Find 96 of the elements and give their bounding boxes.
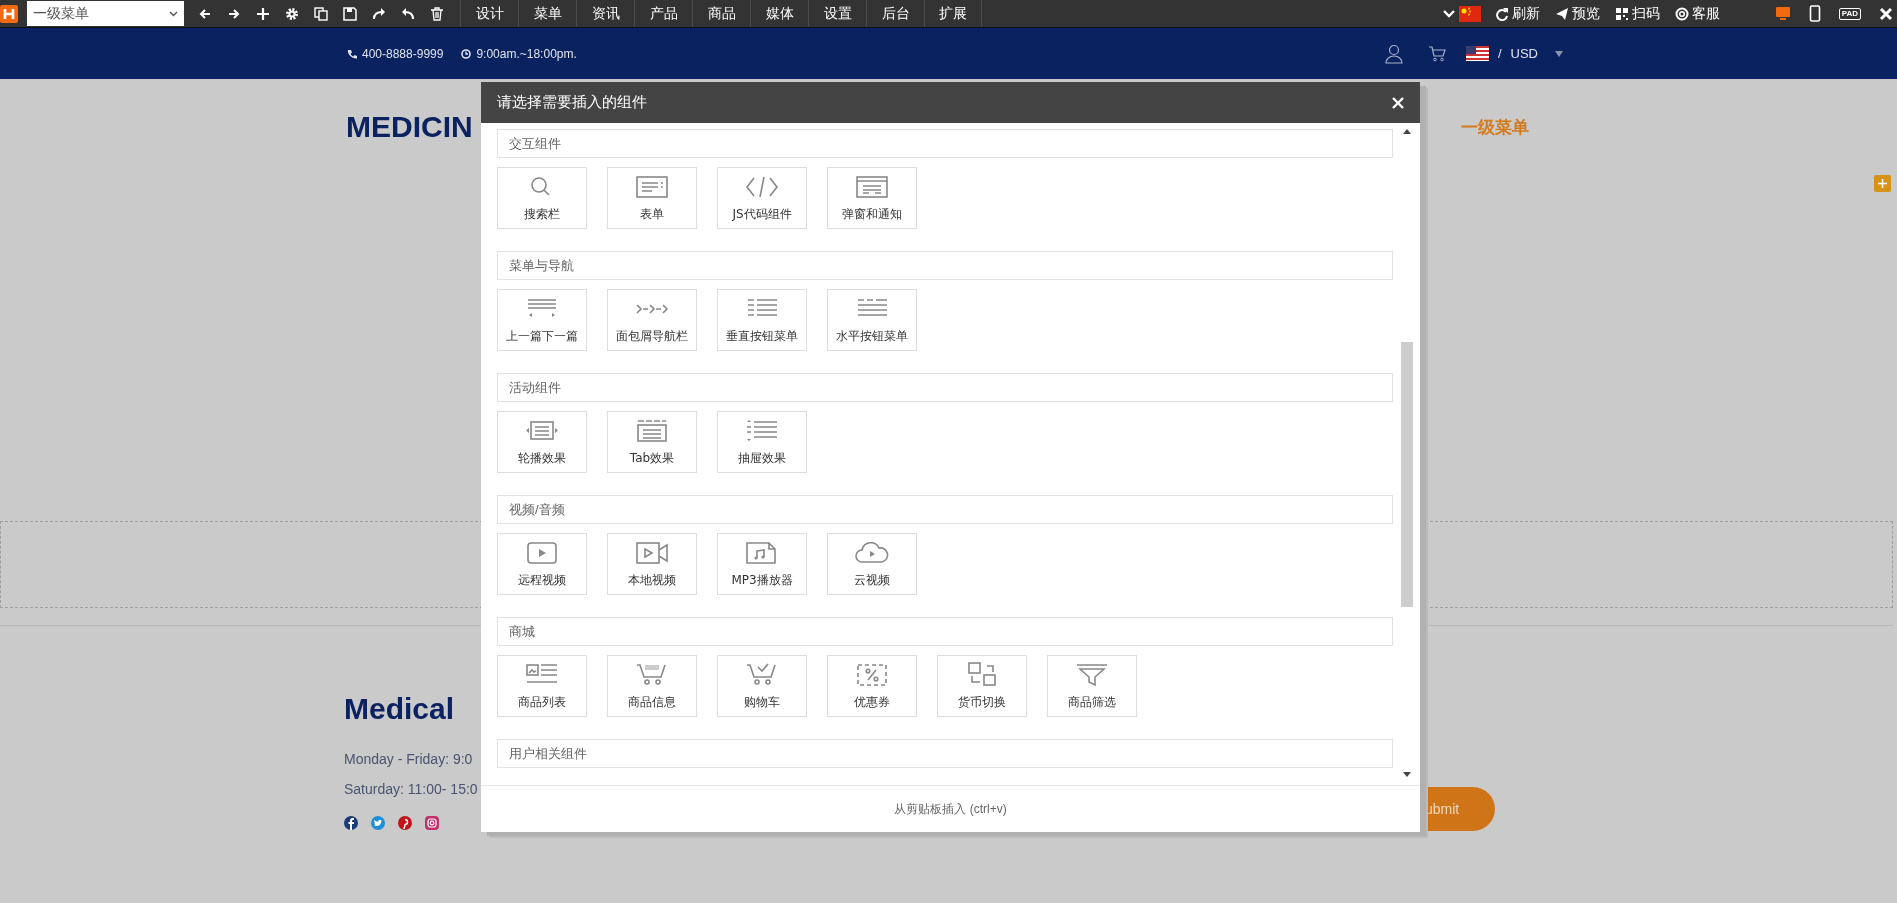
business-hours: Saturday: 11:00- 15:0 [344, 780, 478, 799]
copy-icon[interactable] [314, 6, 328, 21]
menu-tab[interactable]: 商品 [692, 0, 750, 27]
back-arrow-icon[interactable] [198, 6, 212, 21]
menu-tab[interactable]: 设置 [808, 0, 866, 27]
plus-icon[interactable] [256, 6, 270, 21]
phone-number: 400-8888-9999 [362, 46, 444, 61]
component-tile[interactable]: 轮播效果 [497, 411, 587, 473]
currency-label[interactable]: USD [1510, 46, 1538, 61]
video-play-icon [524, 539, 560, 566]
footer-title: Medical [344, 691, 455, 727]
coupon-icon [854, 661, 890, 688]
cart-icon[interactable] [1427, 45, 1446, 62]
lifebuoy-icon [1674, 6, 1689, 21]
paste-from-clipboard-link[interactable]: 从剪贴板插入 (ctrl+v) [894, 800, 1007, 818]
funnel-icon [1074, 661, 1110, 688]
business-hours: Monday - Friday: 9:0 [344, 750, 473, 769]
add-section-button[interactable] [1874, 175, 1891, 192]
component-tile[interactable]: 远程视频 [497, 533, 587, 595]
desktop-view-button[interactable] [1774, 5, 1791, 22]
video-camera-icon [634, 539, 670, 566]
tabs-icon [634, 417, 670, 444]
paper-plane-icon [1554, 6, 1569, 21]
facebook-icon[interactable] [344, 816, 358, 830]
app-logo-icon [0, 4, 18, 23]
pinterest-icon[interactable] [398, 816, 412, 830]
toolbar-action[interactable]: 刷新 [1494, 4, 1540, 23]
component-tile[interactable]: 云视频 [827, 533, 917, 595]
settings-icon[interactable] [285, 6, 299, 21]
site-logo[interactable]: MEDICIN [346, 110, 473, 144]
menu-tab[interactable]: 设计 [460, 0, 518, 27]
chevron-down-icon[interactable] [1442, 9, 1455, 18]
component-tile[interactable]: 商品列表 [497, 655, 587, 717]
component-tile[interactable]: 商品信息 [607, 655, 697, 717]
qr-code-icon [1614, 6, 1629, 21]
scroll-down-icon[interactable] [1403, 772, 1411, 777]
section-header: 菜单与导航 [497, 251, 1393, 280]
component-tile[interactable]: 货币切换 [937, 655, 1027, 717]
clock-icon [461, 48, 472, 59]
section-header: 商城 [497, 617, 1393, 646]
scrollbar-thumb[interactable] [1401, 342, 1413, 607]
toolbar-action[interactable]: 扫码 [1614, 4, 1660, 23]
section-header: 视频/音频 [497, 495, 1393, 524]
component-tile[interactable]: 优惠券 [827, 655, 917, 717]
component-tile[interactable]: 本地视频 [607, 533, 697, 595]
save-icon[interactable] [343, 6, 357, 21]
menu-tab[interactable]: 产品 [634, 0, 692, 27]
currency-separator: / [1497, 46, 1502, 61]
section-header: 交互组件 [497, 129, 1393, 158]
form-icon [634, 173, 670, 200]
chevron-down-icon [169, 10, 178, 17]
scroll-up-icon[interactable] [1403, 129, 1411, 134]
popup-window-icon [854, 173, 890, 200]
component-tile[interactable]: 抽屉效果 [717, 411, 807, 473]
phone-icon [347, 48, 357, 59]
component-tile[interactable]: Tab效果 [607, 411, 697, 473]
undo-icon[interactable] [401, 6, 415, 21]
cloud-play-icon [854, 539, 890, 566]
page-select[interactable]: 一级菜单 [27, 1, 184, 26]
trash-icon[interactable] [430, 6, 444, 21]
component-tile[interactable]: 商品筛选 [1047, 655, 1137, 717]
menu-tab[interactable]: 扩展 [924, 0, 982, 27]
component-tile[interactable]: 搜索栏 [497, 167, 587, 229]
menu-tab[interactable]: 媒体 [750, 0, 808, 27]
us-flag-icon[interactable] [1465, 46, 1489, 61]
instagram-icon[interactable] [425, 816, 439, 830]
menu-tab[interactable]: 后台 [866, 0, 924, 27]
opening-hours: 9:00am.~18:00pm. [476, 46, 577, 61]
dropdown-triangle-icon[interactable] [1555, 50, 1563, 57]
close-icon[interactable] [1392, 96, 1404, 109]
close-icon[interactable] [1879, 6, 1893, 21]
component-tile[interactable]: MP3播放器 [717, 533, 807, 595]
pad-view-button[interactable]: PAD [1838, 7, 1861, 20]
phone-view-button[interactable] [1808, 5, 1821, 22]
component-tile[interactable]: JS代码组件 [717, 167, 807, 229]
toolbar-action[interactable]: 预览 [1554, 4, 1600, 23]
component-tile[interactable]: 垂直按钮菜单 [717, 289, 807, 351]
section-header: 用户相关组件 [497, 739, 1393, 768]
menu-tab[interactable]: 资讯 [576, 0, 634, 27]
toolbar-action[interactable]: 客服 [1674, 4, 1720, 23]
component-tile[interactable]: 水平按钮菜单 [827, 289, 917, 351]
component-tile[interactable]: 上一篇下一篇 [497, 289, 587, 351]
section-header: 活动组件 [497, 373, 1393, 402]
component-tile[interactable]: 购物车 [717, 655, 807, 717]
plus-icon [1878, 179, 1887, 188]
user-icon[interactable] [1383, 43, 1404, 64]
twitter-icon[interactable] [371, 816, 385, 830]
redo-icon[interactable] [372, 6, 386, 21]
component-tile[interactable]: 表单 [607, 167, 697, 229]
menu-tab[interactable]: 菜单 [518, 0, 576, 27]
refresh-icon [1494, 6, 1509, 21]
dialog-title: 请选择需要插入的组件 [497, 93, 647, 112]
drawer-list-icon [744, 417, 780, 444]
component-tile[interactable]: 弹窗和通知 [827, 167, 917, 229]
forward-arrow-icon[interactable] [227, 6, 241, 21]
component-tile[interactable]: 面包屑导航栏 [607, 289, 697, 351]
